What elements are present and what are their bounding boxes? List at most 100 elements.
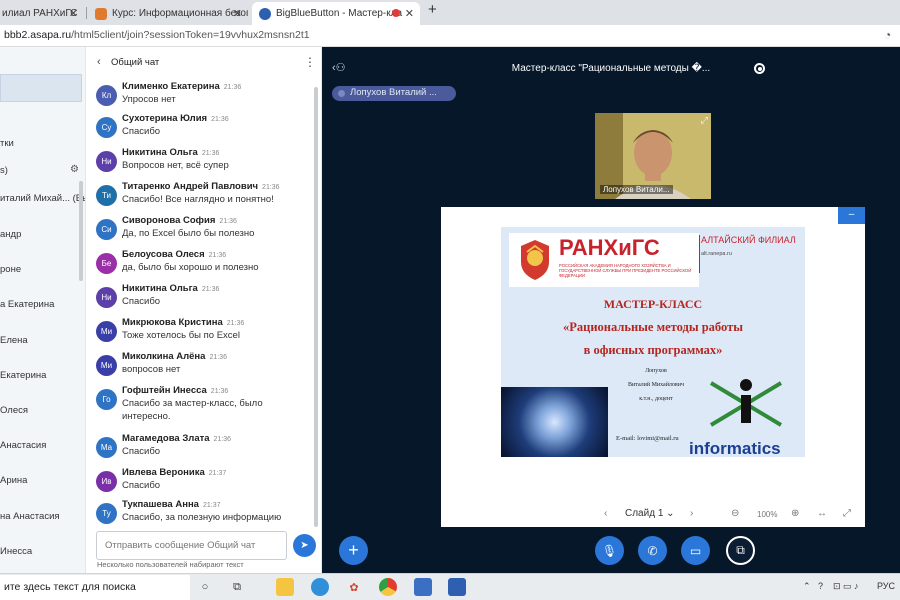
user-list-item[interactable]: Инесса — [0, 546, 32, 557]
chat-author-name: Никитина Ольга — [122, 283, 198, 294]
chat-message-text: Вопросов нет, всё супер — [122, 160, 229, 171]
zoom-level[interactable]: 100% — [757, 510, 777, 519]
chat-author-name: Магамедова Злата — [122, 433, 210, 444]
avatar[interactable]: Ми — [96, 321, 117, 342]
avatar[interactable]: Су — [96, 117, 117, 138]
avatar[interactable]: Го — [96, 389, 117, 410]
tab-divider — [86, 7, 87, 19]
chat-message-author: Сухотерина Юлия 21:36 — [122, 113, 229, 124]
avatar[interactable]: Ми — [96, 355, 117, 376]
avatar[interactable]: Ни — [96, 287, 117, 308]
chat-author-name: Микрюкова Кристина — [122, 317, 223, 328]
user-list-panel: тки s) ⚙ италий Михай... (Вы) андр ронe … — [0, 47, 85, 573]
minimize-presentation-button[interactable]: – — [838, 207, 865, 224]
informatics-logo-icon — [709, 379, 783, 427]
language-indicator[interactable]: РУС — [877, 581, 895, 591]
camera-icon: ▭ — [689, 543, 702, 558]
chevron-down-icon: ⌄ — [666, 508, 675, 519]
browser-tab-2[interactable]: Курс: Информационная безопа ✕ — [88, 2, 248, 25]
user-list-item[interactable]: Екатерина — [0, 370, 46, 381]
user-list-item-self[interactable]: италий Михай... (Вы) — [0, 193, 85, 204]
presentation-frame: – РАНХиГС РОССИЙСКАЯ АКАДЕМИЯ НАРОДНОГО … — [441, 207, 865, 527]
chat-message-author: Гофштейн Инесса 21:36 — [122, 385, 228, 396]
chat-author-name: Сухотерина Юлия — [122, 113, 208, 124]
browser-tab-3[interactable]: BigBlueButton - Мастер-кла ✕ — [252, 2, 420, 25]
tray-icons[interactable]: ⊡ ▭ ♪ — [833, 581, 859, 592]
send-button[interactable]: ➤ — [293, 534, 316, 557]
previous-slide-icon[interactable]: ‹ — [604, 508, 607, 519]
zoom-in-icon[interactable]: ⊕ — [791, 508, 799, 519]
slide-heading-2: «Рациональные методы работы — [562, 320, 744, 334]
app-window-icon[interactable] — [414, 578, 432, 596]
slide-brand: РАНХиГС — [559, 235, 660, 260]
screen-share-button[interactable]: ⧉ — [726, 536, 755, 565]
edge-icon[interactable] — [311, 578, 329, 596]
microphone-button[interactable]: 🎙︎ — [595, 536, 624, 565]
user-list-item[interactable]: а Екатерина — [0, 299, 54, 310]
plus-icon: + — [348, 540, 359, 560]
task-view-icon[interactable]: ⧉ — [228, 578, 246, 596]
tab-label: BigBlueButton - Мастер-кла — [276, 8, 403, 19]
chat-message-author: Титаренко Андрей Павлович 21:36 — [122, 181, 280, 192]
help-icon[interactable]: ? — [818, 581, 823, 591]
app-icon[interactable]: ✿ — [345, 578, 363, 596]
avatar[interactable]: Ив — [96, 471, 117, 492]
chrome-icon[interactable] — [379, 578, 397, 596]
browser-tab-1[interactable]: илиал РАНХиГС ✕ — [0, 2, 84, 25]
close-icon[interactable]: ✕ — [233, 7, 242, 20]
chat-message-text: Тоже хотелось бы по Excel — [122, 330, 240, 341]
tab-label: Курс: Информационная безопа — [112, 8, 248, 19]
camera-button[interactable]: ▭ — [681, 536, 710, 565]
slide-heading-1: МАСТЕР-КЛАСС — [603, 297, 703, 311]
chat-message-author: Никитина Ольга 21:36 — [122, 147, 219, 158]
recording-indicator-icon[interactable] — [754, 63, 765, 74]
plus-icon[interactable]: + — [428, 1, 437, 18]
user-list-selected-item[interactable] — [0, 74, 82, 102]
account-icon[interactable]: ◔ — [884, 28, 891, 42]
word-icon[interactable] — [448, 578, 466, 596]
avatar[interactable]: Ни — [96, 151, 117, 172]
slide-label: Слайд 1 — [625, 508, 664, 519]
next-slide-icon[interactable]: › — [690, 508, 693, 519]
expand-icon[interactable]: ⤢ — [701, 115, 708, 126]
taskbar-search[interactable]: ите здесь текст для поиска — [0, 575, 190, 600]
fullscreen-icon[interactable]: ⤢ — [843, 508, 851, 519]
avatar[interactable]: Бе — [96, 253, 117, 274]
avatar[interactable]: Кл — [96, 85, 117, 106]
user-list-item[interactable]: s) — [0, 165, 8, 176]
address-bar[interactable]: bbb2.asapa.ru/html5client/join?sessionTo… — [0, 25, 900, 47]
webcam-video[interactable]: ⤢ Лопухов Витали... — [595, 113, 711, 199]
avatar[interactable]: Ту — [96, 503, 117, 524]
avatar[interactable]: Си — [96, 219, 117, 240]
actions-button[interactable]: + — [339, 536, 368, 565]
user-list-item[interactable]: андр — [0, 229, 21, 240]
slide-divider — [699, 235, 700, 273]
file-explorer-icon[interactable] — [276, 578, 294, 596]
chat-message-time: 21:36 — [223, 84, 242, 91]
user-list-item[interactable]: тки — [0, 138, 14, 149]
zoom-out-icon[interactable]: ⊖ — [731, 508, 739, 519]
avatar[interactable]: Ма — [96, 437, 117, 458]
user-list-item[interactable]: Арина — [0, 475, 27, 486]
chat-scrollbar[interactable] — [314, 87, 318, 527]
chat-author-name: Никитина Ольга — [122, 147, 198, 158]
url-text[interactable]: bbb2.asapa.ru/html5client/join?sessionTo… — [4, 29, 310, 41]
avatar[interactable]: Ти — [96, 185, 117, 206]
user-list-item[interactable]: Елена — [0, 335, 28, 346]
user-list-item[interactable]: ронe — [0, 264, 21, 275]
chat-message-input[interactable]: Отправить сообщение Общий чат — [96, 531, 287, 560]
chat-message-time: 21:36 — [226, 320, 245, 327]
user-list-item[interactable]: Анастасия — [0, 440, 46, 451]
chat-author-name: Клименко Екатерина — [122, 81, 220, 92]
user-list-item[interactable]: на Анастасия — [0, 511, 60, 522]
close-icon[interactable]: ✕ — [69, 7, 78, 20]
tray-chevron-icon[interactable]: ⌃ — [803, 581, 811, 592]
close-icon[interactable]: ✕ — [405, 7, 414, 20]
slide-selector[interactable]: Слайд 1 ⌄ — [625, 508, 675, 519]
cortana-icon[interactable]: ○ — [196, 578, 214, 596]
gear-icon[interactable]: ⚙ — [70, 164, 79, 175]
user-list-scrollbar[interactable] — [79, 181, 83, 281]
fit-width-icon[interactable]: ↔ — [817, 508, 827, 519]
user-list-item[interactable]: Олеся — [0, 405, 28, 416]
phone-button[interactable]: ✆ — [638, 536, 667, 565]
